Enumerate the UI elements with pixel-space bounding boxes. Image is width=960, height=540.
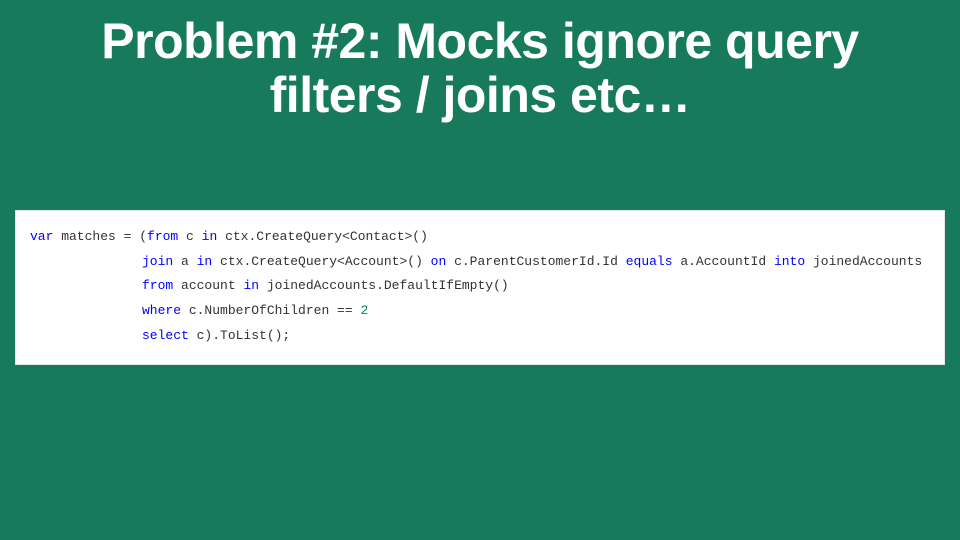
code-text: c).ToList();: [189, 328, 290, 343]
code-line-2: join a in ctx.CreateQuery<Account>() on …: [30, 250, 930, 275]
code-line-5: select c).ToList();: [30, 324, 930, 349]
code-text: joinedAccounts: [805, 254, 922, 269]
keyword-into: into: [774, 254, 805, 269]
keyword-in: in: [197, 254, 213, 269]
code-text: c.NumberOfChildren ==: [181, 303, 360, 318]
code-line-3: from account in joinedAccounts.DefaultIf…: [30, 274, 930, 299]
code-text: joinedAccounts.DefaultIfEmpty(): [259, 278, 509, 293]
slide-title: Problem #2: Mocks ignore query filters /…: [0, 0, 960, 122]
keyword-where: where: [142, 303, 181, 318]
code-text: ctx.CreateQuery<Contact>(): [217, 229, 428, 244]
keyword-from: from: [142, 278, 173, 293]
code-text: account: [173, 278, 243, 293]
code-text: c: [178, 229, 201, 244]
keyword-in: in: [243, 278, 259, 293]
keyword-in: in: [202, 229, 218, 244]
code-number: 2: [360, 303, 368, 318]
code-block: var matches = (from c in ctx.CreateQuery…: [15, 210, 945, 365]
keyword-equals: equals: [626, 254, 673, 269]
keyword-select: select: [142, 328, 189, 343]
code-text: a: [173, 254, 196, 269]
code-text: c.ParentCustomerId.Id: [446, 254, 625, 269]
code-text: ctx.CreateQuery<Account>(): [212, 254, 430, 269]
keyword-join: join: [142, 254, 173, 269]
code-text: a.AccountId: [673, 254, 774, 269]
code-line-4: where c.NumberOfChildren == 2: [30, 299, 930, 324]
keyword-var: var: [30, 229, 53, 244]
code-line-1: var matches = (from c in ctx.CreateQuery…: [30, 225, 930, 250]
keyword-from: from: [147, 229, 178, 244]
keyword-on: on: [431, 254, 447, 269]
slide: Problem #2: Mocks ignore query filters /…: [0, 0, 960, 540]
code-text: matches = (: [53, 229, 147, 244]
